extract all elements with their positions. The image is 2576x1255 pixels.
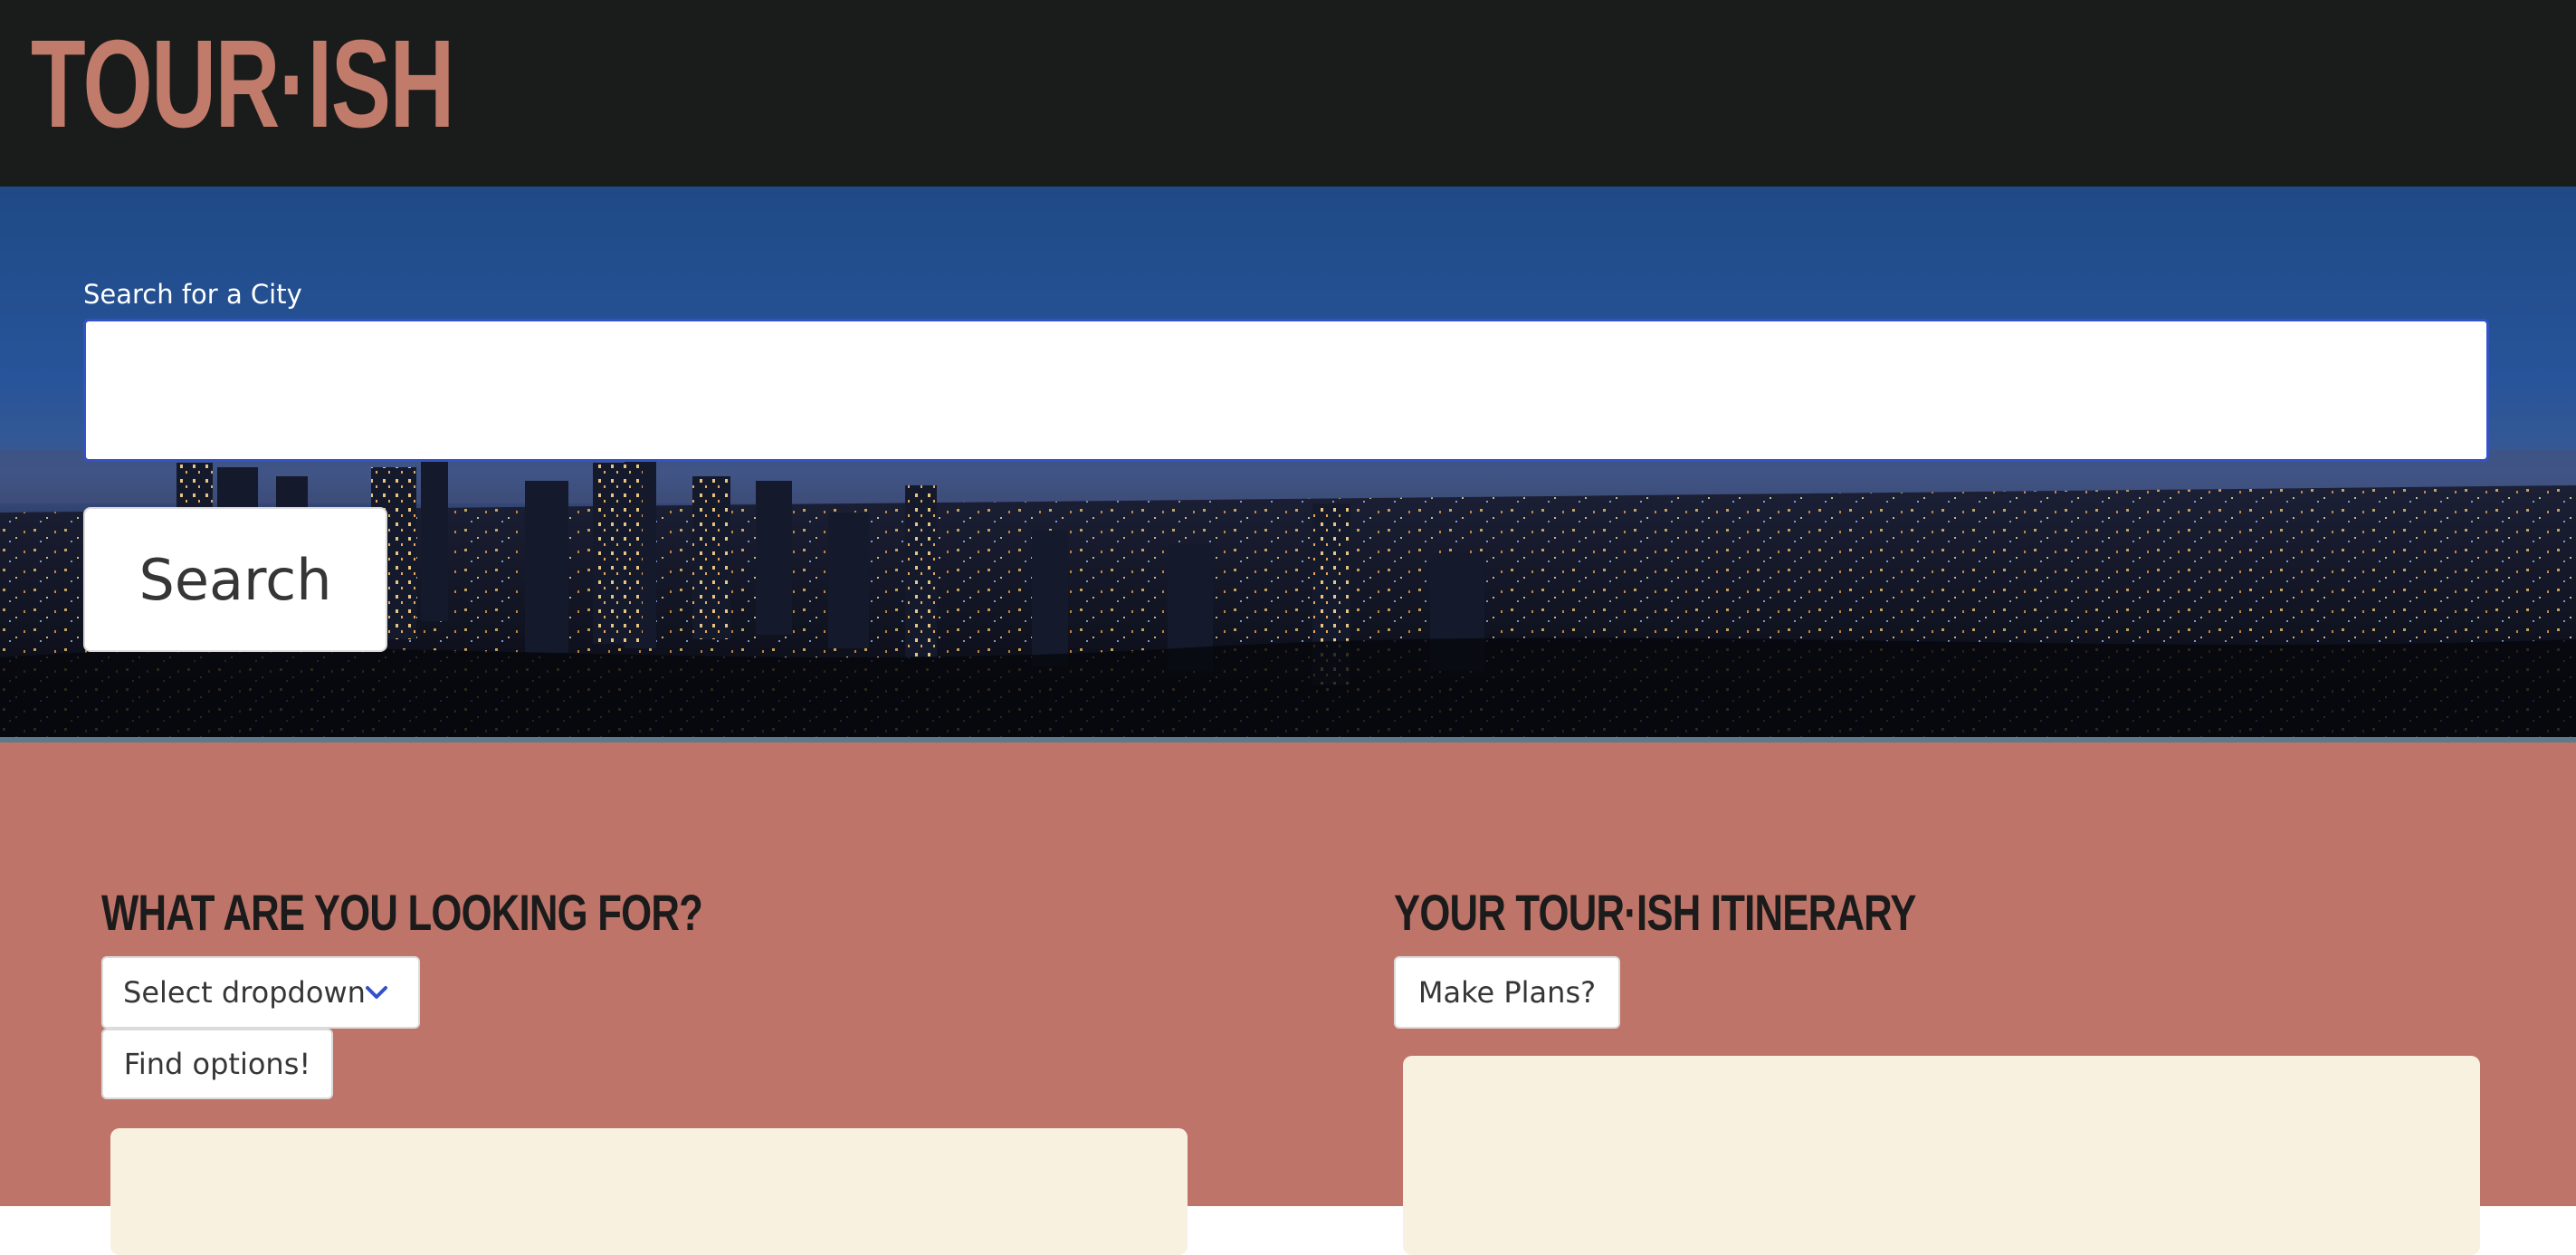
itinerary-heading: YOUR TOUR·ISH ITINERARY [1394,884,1916,941]
search-city-label: Search for a City [83,279,302,310]
find-options-button[interactable]: Find options! [101,1029,333,1099]
search-button[interactable]: Search [83,507,387,652]
dropdown-selected-label: Select dropdown [123,975,366,1010]
chevron-down-icon [366,986,387,999]
site-logo[interactable]: TOUR·ISH [31,22,454,147]
hero-banner: Search for a City [0,187,2576,741]
search-city-input[interactable] [83,319,2489,462]
top-navbar: TOUR·ISH [0,0,2576,187]
city-skyline-image [0,449,2576,741]
itinerary-panel [1403,1056,2480,1255]
options-results-panel [110,1128,1188,1255]
category-dropdown[interactable]: Select dropdown [101,956,420,1029]
looking-for-heading: WHAT ARE YOU LOOKING FOR? [101,884,703,941]
make-plans-button[interactable]: Make Plans? [1394,956,1620,1029]
